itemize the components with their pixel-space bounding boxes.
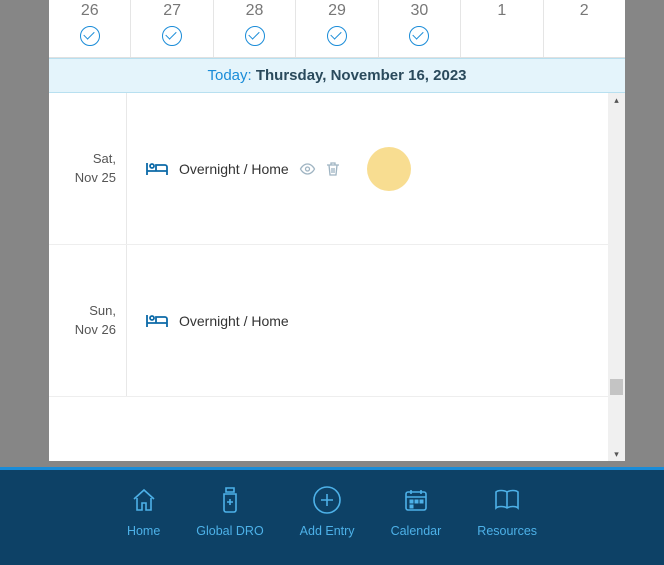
plus-circle-icon xyxy=(312,486,342,514)
entries-area: Sat, Nov 25 Overnight / Home xyxy=(49,93,625,461)
nav-label: Resources xyxy=(477,524,537,538)
today-date: Thursday, November 16, 2023 xyxy=(256,67,467,84)
entry-text: Overnight / Home xyxy=(179,161,289,177)
week-day-number: 1 xyxy=(461,2,542,20)
week-header: 26 27 28 29 30 1 2 xyxy=(49,0,625,58)
week-day-number: 2 xyxy=(544,2,625,20)
book-icon xyxy=(493,486,521,514)
nav-label: Home xyxy=(127,524,160,538)
entry-date: Nov 26 xyxy=(49,321,116,340)
scrollbar-thumb[interactable] xyxy=(610,379,623,395)
entry-content[interactable]: Overnight / Home xyxy=(127,313,608,329)
entry-date-label: Sat, Nov 25 xyxy=(49,93,127,244)
entry-text: Overnight / Home xyxy=(179,313,289,329)
calendar-icon xyxy=(403,486,429,514)
week-day-1[interactable]: 1 xyxy=(461,0,543,57)
week-day-number: 26 xyxy=(49,2,130,20)
entry-dow: Sat, xyxy=(49,150,116,169)
week-day-2[interactable]: 2 xyxy=(544,0,625,57)
week-day-number: 30 xyxy=(379,2,460,20)
bottom-nav: Home Global DRO Add Entry Calendar Resou… xyxy=(0,467,664,565)
nav-addentry[interactable]: Add Entry xyxy=(300,486,355,565)
nav-label: Global DRO xyxy=(196,524,263,538)
entry-dow: Sun, xyxy=(49,302,116,321)
entry-row: Sat, Nov 25 Overnight / Home xyxy=(49,93,608,245)
week-day-number: 27 xyxy=(131,2,212,20)
nav-label: Calendar xyxy=(391,524,442,538)
bed-icon xyxy=(145,313,169,329)
entries-scroll: Sat, Nov 25 Overnight / Home xyxy=(49,93,608,461)
check-icon xyxy=(131,26,212,46)
week-day-28[interactable]: 28 xyxy=(214,0,296,57)
week-day-29[interactable]: 29 xyxy=(296,0,378,57)
entry-date-label: Sun, Nov 26 xyxy=(49,245,127,396)
week-day-26[interactable]: 26 xyxy=(49,0,131,57)
check-icon xyxy=(379,26,460,46)
entry-row: Sun, Nov 26 Overnight / Home xyxy=(49,245,608,397)
eye-icon[interactable] xyxy=(299,163,316,175)
nav-globaldro[interactable]: Global DRO xyxy=(196,486,263,565)
week-day-27[interactable]: 27 xyxy=(131,0,213,57)
trash-icon[interactable] xyxy=(326,161,340,177)
bed-icon xyxy=(145,161,169,177)
bottle-icon xyxy=(220,486,240,514)
check-icon xyxy=(296,26,377,46)
nav-label: Add Entry xyxy=(300,524,355,538)
scroll-up-icon[interactable]: ▴ xyxy=(608,93,625,107)
scrollbar[interactable]: ▴ ▾ xyxy=(608,93,625,461)
week-day-number: 28 xyxy=(214,2,295,20)
entry-date: Nov 25 xyxy=(49,169,116,188)
check-icon xyxy=(49,26,130,46)
nav-calendar[interactable]: Calendar xyxy=(391,486,442,565)
nav-home[interactable]: Home xyxy=(127,486,160,565)
highlight-indicator xyxy=(367,147,411,191)
today-bar[interactable]: Today: Thursday, November 16, 2023 xyxy=(49,58,625,93)
home-icon xyxy=(130,486,158,514)
scroll-down-icon[interactable]: ▾ xyxy=(608,447,625,461)
entry-content[interactable]: Overnight / Home xyxy=(127,161,608,177)
nav-resources[interactable]: Resources xyxy=(477,486,537,565)
week-day-number: 29 xyxy=(296,2,377,20)
week-day-30[interactable]: 30 xyxy=(379,0,461,57)
check-icon xyxy=(214,26,295,46)
app-frame: 26 27 28 29 30 1 2 Today: Thursday, Nove… xyxy=(49,0,625,461)
today-label: Today: xyxy=(207,67,251,84)
